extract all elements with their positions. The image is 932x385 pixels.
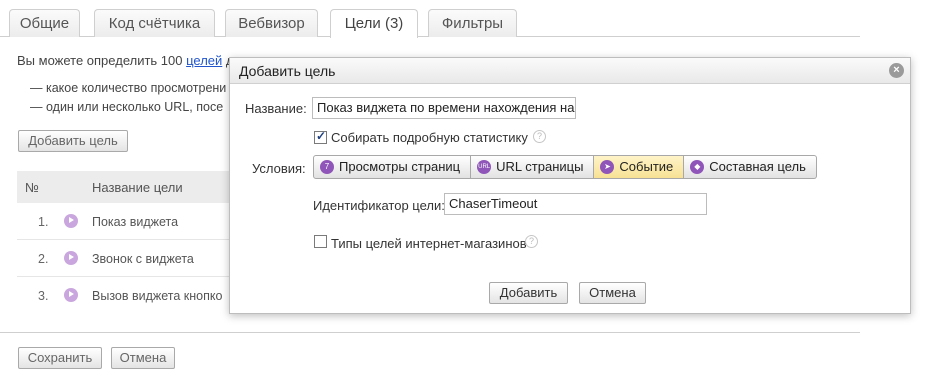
composite-goal-icon: ◆: [690, 160, 705, 174]
goal-id-input[interactable]: ChaserTimeout: [444, 193, 707, 215]
goal-id-label: Идентификатор цели:: [313, 198, 445, 213]
tab-bar: Общие Код счётчика Вебвизор Цели (3) Фил…: [0, 0, 860, 38]
detailed-stats-label: Собирать подробную статистику: [331, 130, 528, 145]
ecommerce-types-label: Типы целей интернет-магазинов: [331, 236, 527, 251]
tab-counter-code[interactable]: Код счётчика: [94, 9, 215, 37]
condition-label: Просмотры страниц: [339, 159, 461, 174]
page-views-icon: 7: [320, 160, 334, 174]
condition-event[interactable]: ➤ Событие: [594, 155, 685, 179]
row-goal-name[interactable]: Вызов виджета кнопко: [92, 289, 222, 303]
condition-url[interactable]: URL URL страницы: [471, 155, 595, 179]
condition-composite[interactable]: ◆ Составная цель: [684, 155, 817, 179]
column-number: №: [25, 180, 39, 195]
condition-page-views[interactable]: 7 Просмотры страниц: [313, 155, 472, 179]
detailed-stats-checkbox[interactable]: [314, 129, 327, 144]
event-goal-icon: [64, 214, 78, 228]
cancel-button[interactable]: Отмена: [111, 347, 175, 369]
event-goal-icon: [64, 251, 78, 265]
condition-label: URL страницы: [496, 159, 584, 174]
intro-text: Вы можете определить 100 целей д: [17, 53, 234, 68]
tab-general[interactable]: Общие: [9, 9, 80, 37]
event-icon: ➤: [600, 160, 615, 174]
intro-prefix: Вы можете определить 100: [17, 53, 187, 68]
table-row[interactable]: 1. Показ виджета: [17, 203, 232, 240]
row-number: 3.: [38, 289, 49, 303]
conditions-label: Условия:: [252, 161, 306, 176]
condition-label: Событие: [619, 159, 674, 174]
goal-name-label: Название:: [245, 101, 307, 116]
add-goal-dialog: Добавить цель × Название: Показ виджета …: [229, 57, 911, 314]
tab-webvisor[interactable]: Вебвизор: [225, 9, 318, 37]
condition-label: Составная цель: [709, 159, 806, 174]
save-button[interactable]: Сохранить: [18, 347, 102, 369]
bullet-page-views: — какое количество просмотрени: [30, 81, 227, 95]
help-icon[interactable]: ?: [525, 235, 538, 248]
divider: [0, 332, 860, 333]
event-goal-icon: [64, 288, 78, 302]
add-button[interactable]: Добавить: [489, 282, 568, 304]
row-number: 1.: [38, 215, 49, 229]
row-goal-name[interactable]: Звонок с виджета: [92, 252, 194, 266]
table-row[interactable]: 2. Звонок с виджета: [17, 240, 232, 277]
dialog-header: Добавить цель ×: [230, 58, 910, 84]
goals-link[interactable]: целей: [186, 53, 222, 68]
help-icon[interactable]: ?: [533, 130, 546, 143]
bullet-urls: — один или несколько URL, посе: [30, 100, 224, 114]
row-goal-name[interactable]: Показ виджета: [92, 215, 178, 229]
tab-goals[interactable]: Цели (3): [330, 9, 418, 38]
close-icon[interactable]: ×: [889, 63, 904, 78]
column-goal-name: Название цели: [92, 180, 183, 195]
ecommerce-types-checkbox[interactable]: [314, 235, 327, 248]
cancel-button[interactable]: Отмена: [579, 282, 646, 304]
url-icon: URL: [477, 160, 492, 174]
table-row[interactable]: 3. Вызов виджета кнопко: [17, 277, 232, 314]
goal-name-input[interactable]: Показ виджета по времени нахождения на: [312, 97, 576, 119]
add-goal-button[interactable]: Добавить цель: [18, 130, 128, 152]
tab-filters[interactable]: Фильтры: [428, 9, 517, 37]
row-number: 2.: [38, 252, 49, 266]
condition-type-selector: 7 Просмотры страниц URL URL страницы ➤ С…: [313, 155, 817, 179]
dialog-title: Добавить цель: [239, 63, 336, 79]
